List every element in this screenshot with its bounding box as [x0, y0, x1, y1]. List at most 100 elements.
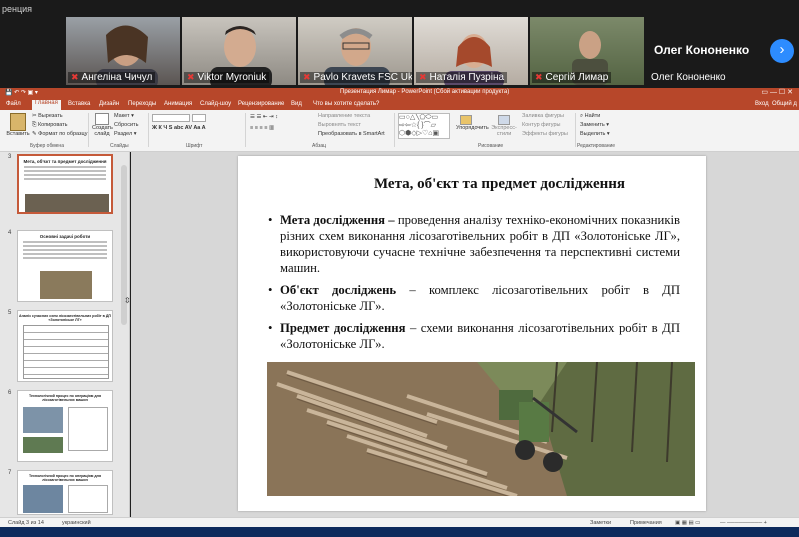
smartart-button[interactable]: Преобразовать в SmartArt — [318, 131, 385, 137]
thumbnail-text-line — [24, 166, 106, 168]
tell-me-search[interactable]: Что вы хотите сделать? — [313, 101, 379, 107]
thumbnail-image — [23, 437, 63, 453]
paragraph-align-buttons[interactable]: ≡ ≡ ≡ ≡ ▥ — [250, 125, 274, 131]
shape-fill-button[interactable]: Заливка фигуры — [522, 113, 564, 119]
bullet-head: Мета дослідження – — [280, 213, 395, 227]
new-slide-icon — [95, 113, 109, 125]
muted-mic-icon: ✖ — [535, 72, 543, 82]
zoom-slider[interactable]: — ───────── + — [720, 520, 767, 526]
next-page-button[interactable]: › — [770, 39, 794, 63]
language-indicator[interactable]: украинский — [62, 520, 91, 526]
paste-button[interactable]: Вставить — [6, 113, 30, 137]
reset-button[interactable]: Сбросить — [114, 122, 138, 128]
sign-in-link[interactable]: Вход — [755, 101, 769, 107]
notes-button[interactable]: Заметки — [590, 520, 611, 526]
slide-thumbnail[interactable]: Технологічний процес по операціям для лі… — [17, 470, 113, 515]
select-label: Выделить — [580, 131, 606, 137]
font-format-buttons[interactable]: Ж К Ч S abc AV Aa A — [152, 125, 206, 131]
slide-thumbnail[interactable]: Аналіз сучасних схем лісозаготівельних р… — [17, 310, 113, 382]
font-group-label: Шрифт — [186, 143, 203, 149]
thumbnail-number: 4 — [8, 230, 12, 236]
participant-tile[interactable]: ✖ Pavlo Kravets FSC Uk... — [298, 17, 412, 85]
participant-tile[interactable]: ✖ Ангеліна Чичул — [66, 17, 180, 85]
cut-button[interactable]: ✂ Вырезать — [32, 113, 63, 119]
muted-mic-icon: ✖ — [419, 72, 427, 82]
paragraph-group-label: Абзац — [312, 143, 327, 149]
participant-name: ✖ Наталія Пузріна — [416, 72, 508, 83]
group-separator — [148, 113, 149, 147]
bullet-head: Предмет дослідження — [280, 321, 406, 335]
zoom-window-title: ренция — [2, 4, 33, 14]
tab-animation[interactable]: Анимация — [164, 101, 192, 107]
format-painter-button[interactable]: ✎ Формат по образцу — [32, 131, 87, 137]
logging-photo[interactable] — [267, 362, 695, 496]
thumbnail-table — [23, 325, 109, 379]
slide-thumbnail[interactable]: Основні задачі роботи — [17, 230, 113, 302]
tab-transitions[interactable]: Переходы — [128, 101, 156, 107]
participant-tile-no-video[interactable]: Олег Кононенко Олег Кононенко — [646, 17, 768, 85]
find-label: Найти — [584, 113, 601, 119]
tab-file[interactable]: Файл — [6, 101, 21, 107]
thumbnail-title: Технологічний процес по операціям для лі… — [28, 394, 102, 402]
shape-outline-button[interactable]: Контур фигуры — [522, 122, 560, 128]
thumbnail-number: 5 — [8, 310, 12, 316]
zoom-gallery: ренция ✖ Ангеліна Чичул ✖ Viktor Myroniuk … — [0, 0, 799, 90]
tab-home[interactable]: Главная — [32, 100, 61, 110]
comments-button[interactable]: Примечания — [630, 520, 662, 526]
participant-tile[interactable]: ✖ Наталія Пузріна — [414, 17, 528, 85]
tab-insert[interactable]: Вставка — [68, 101, 90, 107]
clipboard-group-label: Буфер обмена — [30, 143, 64, 149]
align-text-button[interactable]: Выровнять текст — [318, 122, 361, 128]
tab-design[interactable]: Дизайн — [99, 101, 119, 107]
view-buttons[interactable]: ▣ ▦ ▤ ▭ — [675, 520, 700, 526]
thumbnail-text-line — [23, 253, 107, 255]
quick-styles-button[interactable]: Экспресс-стили — [490, 115, 518, 137]
tab-slideshow[interactable]: Слайд-шоу — [200, 101, 231, 107]
powerpoint-title-bar: 💾 ↶ ↷ ▣ ▾ Презентация Лимар - PowerPoint… — [0, 88, 799, 100]
logging-photo-image — [267, 362, 695, 496]
align-text-label: Выровнять текст — [318, 122, 361, 128]
tab-review[interactable]: Рецензирование — [238, 101, 284, 107]
window-controls[interactable]: ▭ — ☐ ✕ — [761, 88, 793, 96]
section-button[interactable]: Раздел ▾ — [114, 131, 136, 137]
slide-thumbnail[interactable]: Мета, об'єкт та предмет дослідження — [17, 154, 113, 214]
new-slide-button[interactable]: Создать слайд — [92, 113, 113, 137]
arrange-button[interactable]: Упорядочить — [456, 115, 489, 131]
share-button[interactable]: Общий д — [772, 101, 797, 107]
window-title: Презентация Лимар - PowerPoint (Сбой акт… — [340, 89, 510, 95]
thumbnail-image — [23, 407, 63, 433]
thumbnail-text-line — [23, 249, 107, 251]
slide-thumbnail[interactable]: Технологічний процес по операціям для лі… — [17, 390, 113, 462]
participant-name: ✖ Сергій Лимар — [532, 72, 612, 83]
select-button[interactable]: Выделить ▾ — [580, 131, 610, 137]
muted-mic-icon: ✖ — [71, 72, 79, 82]
shape-effects-label: Эффекты фигуры — [522, 131, 568, 137]
shape-effects-button[interactable]: Эффекты фигуры — [522, 131, 568, 137]
participant-tile[interactable]: ✖ Сергій Лимар — [530, 17, 644, 85]
text-direction-button[interactable]: Направление текста — [318, 113, 370, 119]
copy-button[interactable]: ⎘ Копировать — [32, 122, 68, 129]
layout-button[interactable]: Макет ▾ — [114, 113, 134, 119]
windows-taskbar — [0, 527, 799, 537]
font-name-select[interactable] — [152, 114, 190, 122]
thumbnail-title: Основні задачі роботи — [39, 234, 91, 239]
font-size-select[interactable] — [192, 114, 206, 122]
quick-access-toolbar[interactable]: 💾 ↶ ↷ ▣ ▾ — [5, 89, 38, 96]
tab-view[interactable]: Вид — [291, 101, 302, 107]
paragraph-list-buttons[interactable]: ☰ ☰ ⇤ ⇥ ↕ — [250, 114, 278, 120]
thumbnail-text-block — [68, 407, 108, 451]
ribbon-home: Вставить ✂ Вырезать ⎘ Копировать ✎ Форма… — [0, 110, 799, 152]
shapes-gallery[interactable]: ▭○△╲⬠⬭▭ ⇨⇦☆{ }⌒▱ ⬡⬢◇▷♡⌂▣ — [398, 113, 450, 139]
thumbnail-text-line — [24, 174, 106, 176]
current-slide[interactable]: Мета, об'єкт та предмет дослідження Мета… — [238, 156, 706, 511]
copy-label: Копировать — [37, 122, 68, 128]
reset-label: Сбросить — [114, 122, 139, 128]
slide-bullet-list[interactable]: Мета дослідження – проведення аналізу те… — [268, 212, 680, 358]
participant-tile[interactable]: ✖ Viktor Myroniuk — [182, 17, 296, 85]
find-button[interactable]: ⌕ Найти — [580, 113, 600, 120]
muted-mic-icon: ✖ — [187, 72, 195, 82]
replace-button[interactable]: Заменить ▾ — [580, 122, 609, 128]
mouse-cursor-icon: ⇳ — [124, 296, 131, 305]
participant-name: Олег Кононенко — [651, 72, 726, 83]
slide-title[interactable]: Мета, об'єкт та предмет дослідження — [238, 176, 706, 193]
